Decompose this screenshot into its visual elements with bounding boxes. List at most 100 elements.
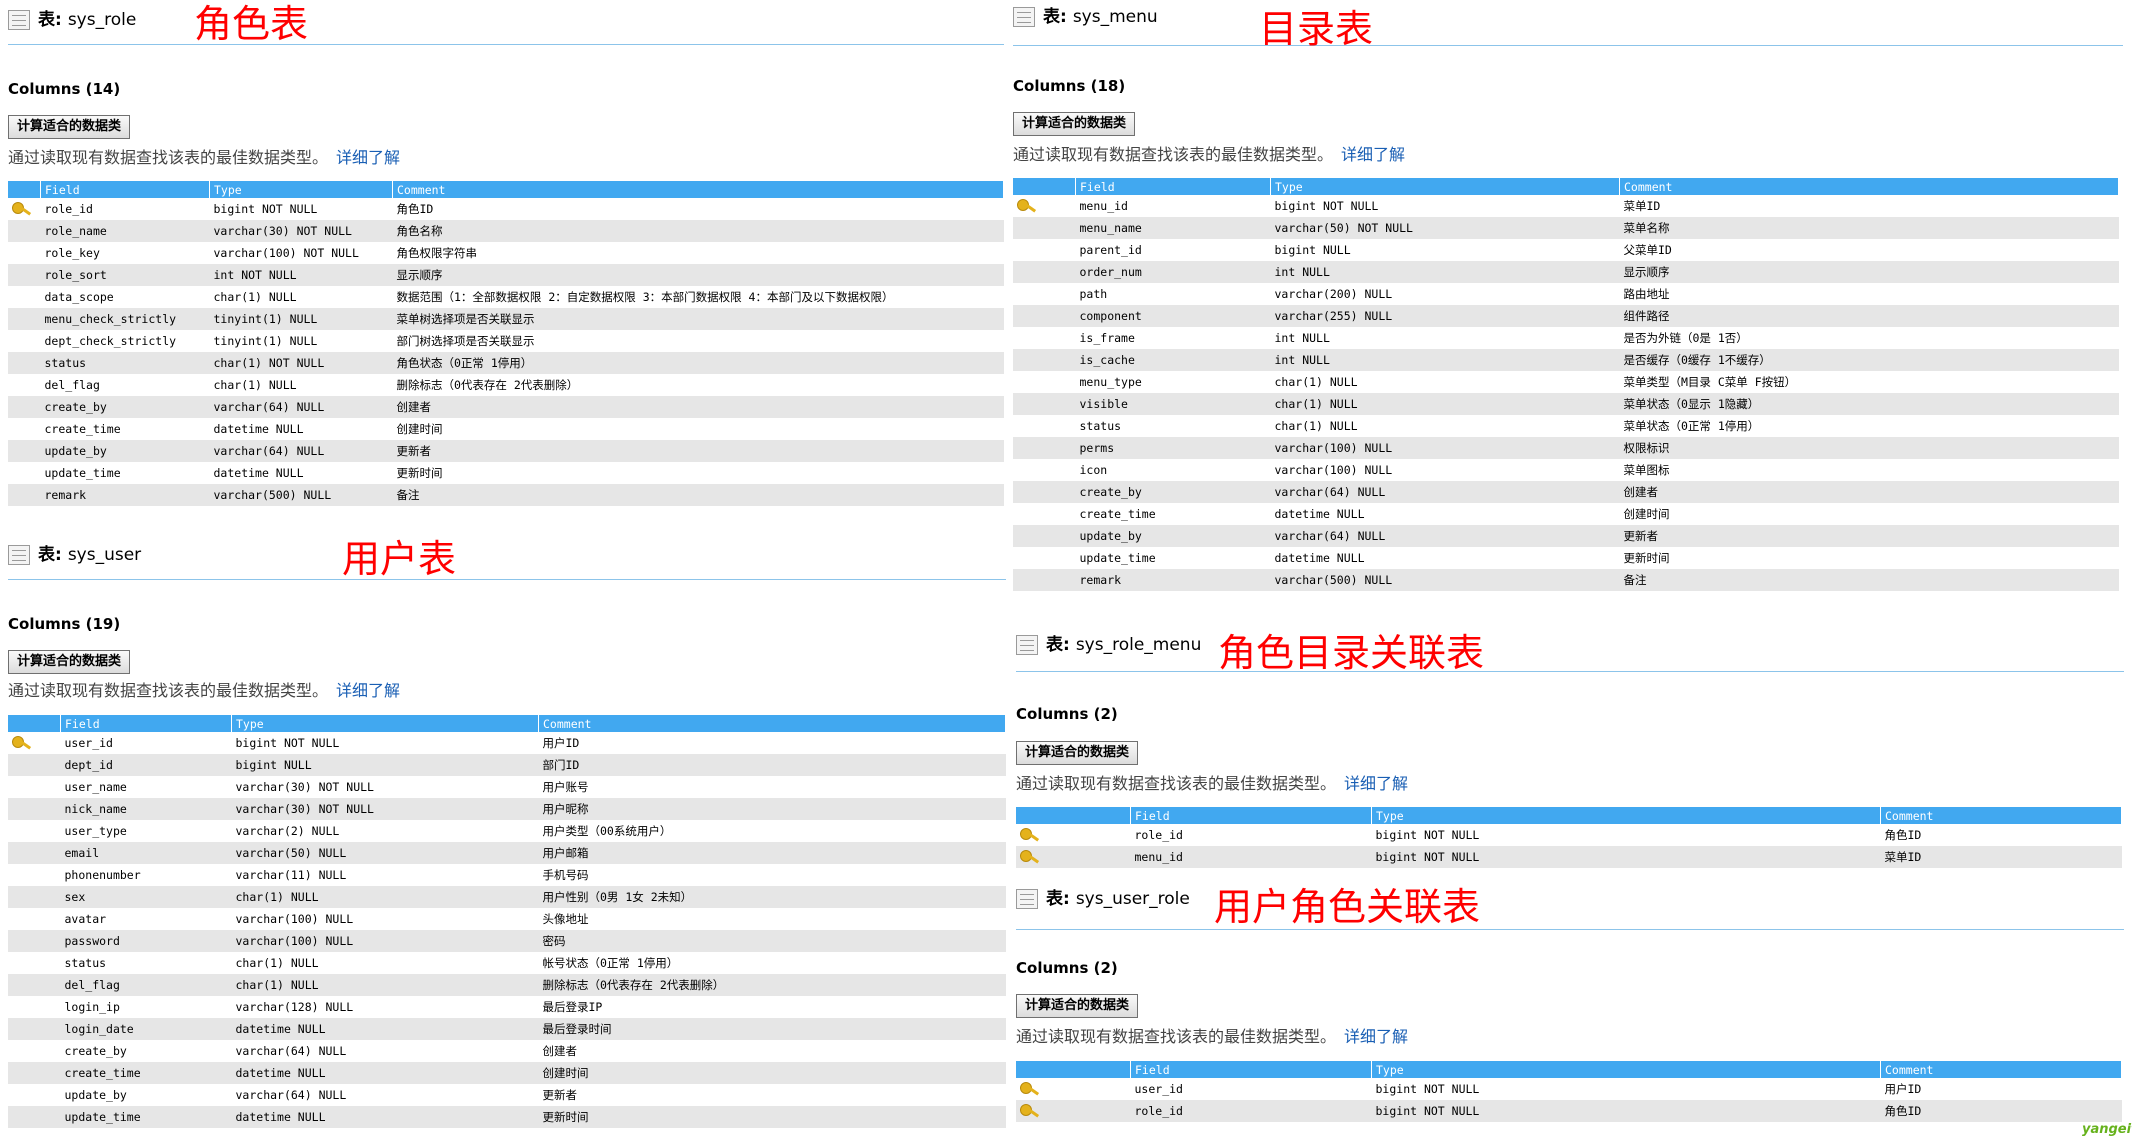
type-cell: varchar(100) NULL — [231, 930, 539, 952]
hint-text: 通过读取现有数据查找该表的最佳数据类型。 详细了解 — [1013, 145, 1406, 164]
comment-cell: 菜单树选择项是否关联显示 — [392, 308, 1004, 330]
calc-data-type-button[interactable]: 计算适合的数据类 — [1013, 112, 1136, 136]
comment-cell: 菜单ID — [1619, 195, 2119, 217]
calc-data-type-button[interactable]: 计算适合的数据类 — [8, 650, 131, 674]
type-cell: varchar(100) NULL — [1270, 459, 1620, 481]
type-cell: varchar(500) NULL — [1270, 569, 1620, 591]
learn-more-link[interactable]: 详细了解 — [336, 148, 400, 167]
title-divider — [8, 579, 1006, 580]
columns-table: Field Type Comment menu_id bigint NOT NUL… — [1013, 178, 2119, 591]
type-header: Type — [1270, 178, 1620, 195]
comment-cell: 菜单状态（0显示 1隐藏） — [1619, 393, 2119, 415]
watermark: yangeit — [2082, 1122, 2132, 1137]
field-cell: role_sort — [40, 264, 210, 286]
type-cell: varchar(100) NULL — [231, 908, 539, 930]
table-row: menu_name varchar(50) NOT NULL 菜单名称 — [1013, 217, 2119, 239]
table-row: icon varchar(100) NULL 菜单图标 — [1013, 459, 2119, 481]
key-header — [1016, 1061, 1131, 1078]
table-row: create_by varchar(64) NULL 创建者 — [8, 396, 1004, 418]
table-row: data_scope char(1) NULL 数据范围（1：全部数据权限 2：自定… — [8, 286, 1004, 308]
type-cell: varchar(50) NULL — [231, 842, 539, 864]
key-cell — [1013, 481, 1076, 503]
annotation-label: 目录表 — [1259, 7, 1374, 51]
learn-more-link[interactable]: 详细了解 — [336, 681, 400, 700]
type-cell: varchar(128) NULL — [231, 996, 539, 1018]
field-cell: user_id — [60, 732, 232, 754]
table-row: user_id bigint NOT NULL 用户ID — [1016, 1078, 2122, 1100]
calc-data-type-button[interactable]: 计算适合的数据类 — [8, 115, 131, 139]
comment-cell: 删除标志（0代表存在 2代表删除） — [392, 374, 1004, 396]
key-cell — [8, 820, 61, 842]
annotation-label: 用户角色关联表 — [1214, 885, 1481, 929]
comment-cell: 创建时间 — [538, 1062, 1006, 1084]
key-header — [1013, 178, 1076, 195]
table-title-row: 表: sys_role_menu — [1016, 633, 2124, 669]
key-cell — [1013, 569, 1076, 591]
type-cell: varchar(100) NULL — [1270, 437, 1620, 459]
calc-data-type-button[interactable]: 计算适合的数据类 — [1016, 741, 1139, 765]
type-cell: varchar(64) NULL — [209, 440, 393, 462]
comment-cell: 更新者 — [392, 440, 1004, 462]
table-row: role_key varchar(100) NOT NULL 角色权限字符串 — [8, 242, 1004, 264]
table-row: phonenumber varchar(11) NULL 手机号码 — [8, 864, 1006, 886]
key-cell — [1013, 393, 1076, 415]
comment-cell: 角色权限字符串 — [392, 242, 1004, 264]
type-cell: bigint NULL — [231, 754, 539, 776]
title-divider — [1016, 671, 2124, 672]
type-cell: varchar(64) NULL — [209, 396, 393, 418]
key-cell — [8, 242, 41, 264]
key-cell — [1013, 371, 1076, 393]
table-row: role_id bigint NOT NULL 角色ID — [1016, 1100, 2122, 1122]
field-cell: role_id — [1130, 824, 1372, 846]
columns-table: Field Type Comment user_id bigint NOT NUL… — [8, 715, 1006, 1128]
type-cell: varchar(2) NULL — [231, 820, 539, 842]
key-cell — [8, 286, 41, 308]
comment-cell: 用户邮箱 — [538, 842, 1006, 864]
comment-cell: 删除标志（0代表存在 2代表删除） — [538, 974, 1006, 996]
table-row: update_by varchar(64) NULL 更新者 — [8, 440, 1004, 462]
comment-cell: 最后登录时间 — [538, 1018, 1006, 1040]
field-cell: login_date — [60, 1018, 232, 1040]
type-cell: bigint NOT NULL — [231, 732, 539, 754]
type-cell: varchar(30) NOT NULL — [231, 798, 539, 820]
key-cell — [8, 776, 61, 798]
field-cell: role_name — [40, 220, 210, 242]
key-cell — [8, 1018, 61, 1040]
comment-cell: 创建者 — [392, 396, 1004, 418]
comment-cell: 父菜单ID — [1619, 239, 2119, 261]
table-row: parent_id bigint NULL 父菜单ID — [1013, 239, 2119, 261]
hint-text: 通过读取现有数据查找该表的最佳数据类型。 详细了解 — [1016, 1027, 1409, 1046]
key-cell — [8, 352, 41, 374]
key-cell — [1013, 415, 1076, 437]
field-cell: menu_id — [1075, 195, 1271, 217]
calc-data-type-button[interactable]: 计算适合的数据类 — [1016, 994, 1139, 1018]
table-row: create_by varchar(64) NULL 创建者 — [8, 1040, 1006, 1062]
comment-cell: 权限标识 — [1619, 437, 2119, 459]
field-cell: role_id — [1130, 1100, 1372, 1122]
table-row: menu_id bigint NOT NULL 菜单ID — [1016, 846, 2122, 868]
key-cell — [1013, 503, 1076, 525]
field-cell: remark — [40, 484, 210, 506]
learn-more-link[interactable]: 详细了解 — [1344, 1027, 1408, 1046]
table-icon — [8, 10, 30, 30]
key-cell — [8, 440, 41, 462]
title-divider — [1013, 45, 2123, 46]
primary-key-icon — [1020, 1103, 1040, 1117]
key-cell — [1016, 1078, 1131, 1100]
table-row: visible char(1) NULL 菜单状态（0显示 1隐藏） — [1013, 393, 2119, 415]
field-cell: update_time — [40, 462, 210, 484]
comment-cell: 菜单ID — [1880, 846, 2122, 868]
table-row: dept_id bigint NULL 部门ID — [8, 754, 1006, 776]
comment-cell: 角色ID — [1880, 1100, 2122, 1122]
type-cell: int NULL — [1270, 349, 1620, 371]
field-cell: parent_id — [1075, 239, 1271, 261]
hint-text: 通过读取现有数据查找该表的最佳数据类型。 详细了解 — [8, 681, 401, 700]
key-cell — [8, 974, 61, 996]
columns-table: Field Type Comment role_id bigint NOT NUL… — [1016, 807, 2122, 868]
comment-cell: 角色ID — [392, 198, 1004, 220]
learn-more-link[interactable]: 详细了解 — [1341, 145, 1405, 164]
learn-more-link[interactable]: 详细了解 — [1344, 774, 1408, 793]
key-cell — [8, 886, 61, 908]
title-divider — [1016, 929, 2124, 930]
type-cell: char(1) NULL — [1270, 371, 1620, 393]
